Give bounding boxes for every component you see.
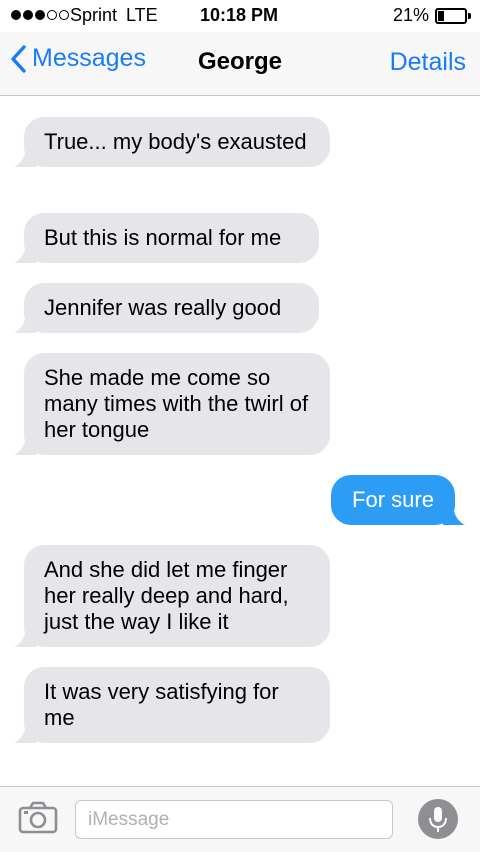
- message-bubble-incoming[interactable]: She made me come so many times with the …: [14, 353, 330, 455]
- signal-dot: [47, 10, 57, 20]
- message-text: But this is normal for me: [44, 225, 282, 250]
- signal-strength-icon: [11, 10, 69, 20]
- battery-percent: 21%: [393, 5, 430, 25]
- message-bubble-incoming[interactable]: True... my body's exausted: [14, 117, 330, 167]
- details-button[interactable]: Details: [390, 48, 466, 77]
- bubble-tail: [14, 625, 36, 647]
- navigation-bar: Messages George Details: [0, 32, 480, 96]
- message-bubble-incoming[interactable]: And she did let me finger her really dee…: [14, 545, 330, 647]
- camera-icon[interactable]: [18, 801, 58, 835]
- carrier-name: Sprint: [70, 5, 118, 25]
- microphone-button[interactable]: [418, 799, 458, 839]
- bubble-tail: [14, 241, 36, 263]
- battery-nub: [468, 13, 471, 19]
- bubble-tail: [14, 311, 36, 333]
- battery-icon: [435, 8, 467, 24]
- imessage-input[interactable]: [75, 800, 393, 839]
- signal-dot: [23, 10, 33, 20]
- message-text: She made me come so many times with the …: [44, 365, 309, 442]
- status-bar: Sprint LTE 10:18 PM 21%: [0, 0, 480, 32]
- message-text: And she did let me finger her really dee…: [44, 557, 289, 634]
- message-text: Jennifer was really good: [44, 295, 282, 320]
- bubble-tail: [14, 145, 36, 167]
- chevron-left-icon: [11, 44, 26, 73]
- signal-dot: [35, 10, 45, 20]
- message-bubble-incoming[interactable]: It was very satisfying for me: [14, 667, 330, 743]
- message-text: For sure: [352, 487, 434, 512]
- message-bubble-outgoing[interactable]: For sure: [331, 475, 465, 525]
- signal-dot: [11, 10, 21, 20]
- message-text: It was very satisfying for me: [44, 679, 279, 730]
- signal-dot: [59, 10, 69, 20]
- bubble-tail: [14, 721, 36, 743]
- back-button[interactable]: Messages: [10, 44, 146, 73]
- back-button-label: Messages: [32, 44, 146, 72]
- message-bubble-incoming[interactable]: Jennifer was really good: [14, 283, 319, 333]
- status-time: 10:18 PM: [200, 5, 279, 25]
- microphone-icon: [429, 807, 447, 832]
- network-type: LTE: [126, 5, 158, 25]
- bubble-tail: [14, 433, 36, 455]
- message-input-bar: [0, 786, 480, 852]
- bubble-tail: [443, 503, 465, 525]
- battery-fill: [438, 11, 444, 21]
- message-bubble-incoming[interactable]: But this is normal for me: [14, 213, 319, 263]
- message-text: True... my body's exausted: [44, 129, 307, 154]
